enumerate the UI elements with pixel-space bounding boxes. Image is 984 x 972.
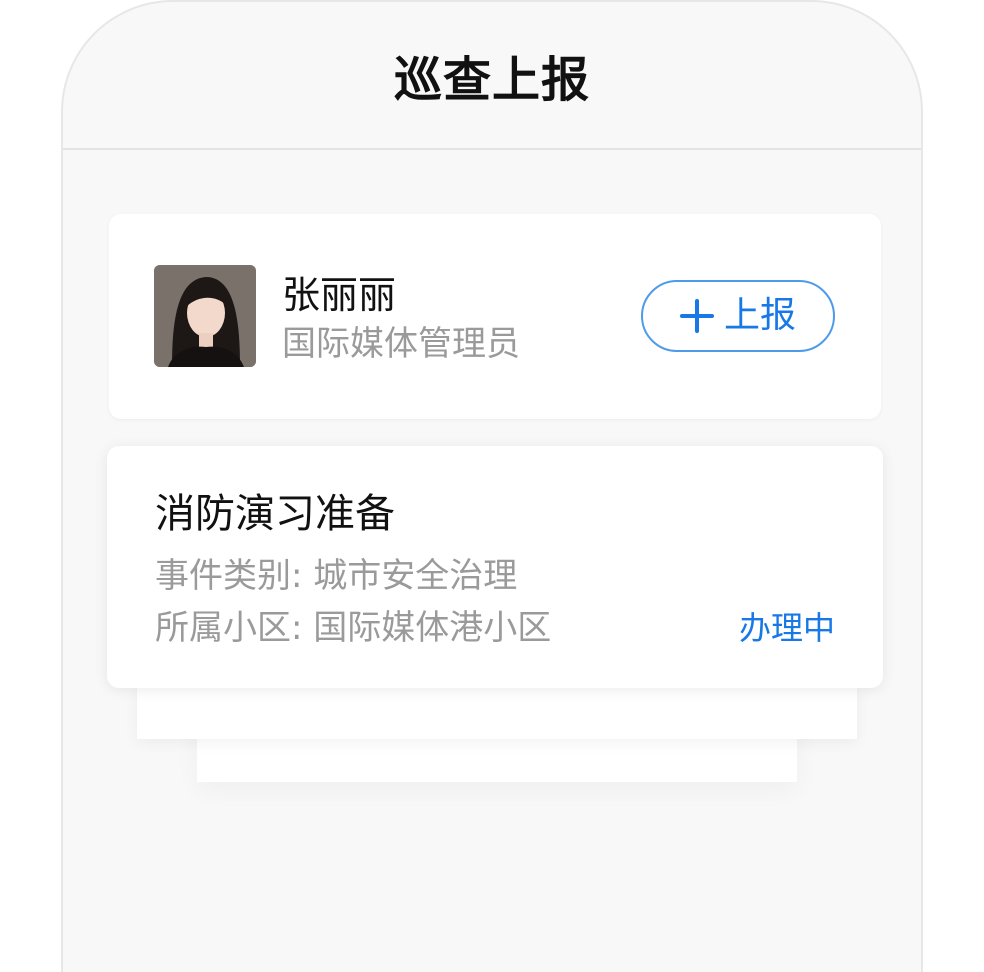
event-category-separator: : bbox=[291, 556, 314, 596]
report-button-label: 上报 bbox=[723, 295, 796, 336]
user-role: 国际媒体管理员 bbox=[282, 324, 520, 364]
event-area-label: 所属小区 bbox=[155, 608, 291, 648]
event-title: 消防演习准备 bbox=[155, 491, 395, 537]
event-area-value: 国际媒体港小区 bbox=[313, 608, 552, 648]
nav-bar: 巡查上报 bbox=[63, 2, 921, 150]
event-area: 所属小区: 国际媒体港小区 bbox=[155, 606, 551, 650]
user-name: 张丽丽 bbox=[282, 273, 397, 317]
plus-icon bbox=[679, 299, 714, 333]
user-card: 张丽丽 国际媒体管理员 上报 bbox=[109, 214, 881, 419]
user-photo-icon bbox=[154, 265, 256, 367]
event-card[interactable]: 消防演习准备 事件类别: 城市安全治理 所属小区: 国际媒体港小区 办理中 bbox=[107, 446, 883, 688]
card-stack-middle-layer bbox=[137, 682, 857, 739]
phone-frame: 巡查上报 张丽丽 国际媒体管理员 上报 消防演习准备 事件类别: 城市安全治理 … bbox=[61, 0, 923, 972]
event-area-separator: : bbox=[291, 608, 314, 648]
page-title: 巡查上报 bbox=[393, 52, 590, 108]
event-category-label: 事件类别 bbox=[155, 556, 291, 596]
event-category-value: 城市安全治理 bbox=[313, 556, 518, 596]
report-button[interactable]: 上报 bbox=[641, 280, 835, 352]
status-badge: 办理中 bbox=[738, 609, 835, 647]
event-category: 事件类别: 城市安全治理 bbox=[155, 554, 517, 598]
